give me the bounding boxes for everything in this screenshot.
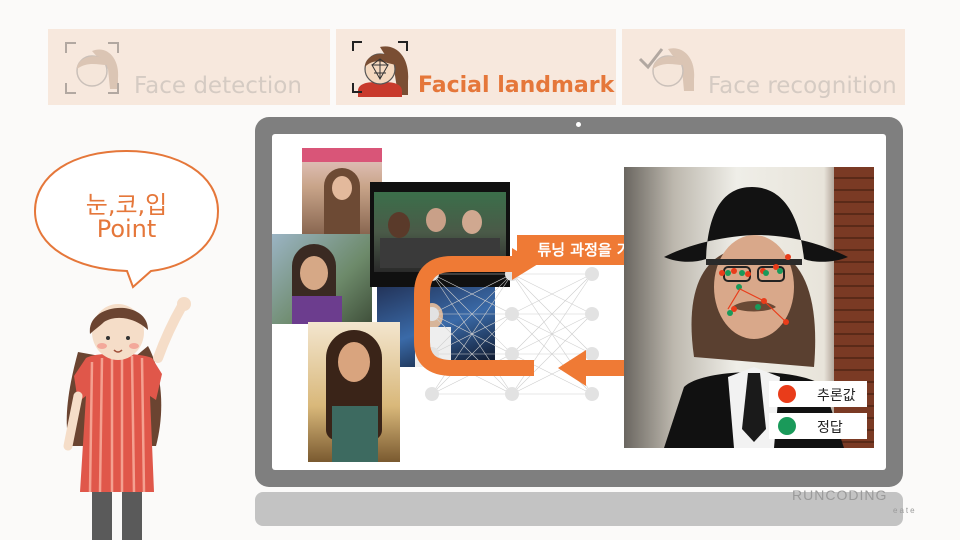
tab-face-detection[interactable]: Face detection	[48, 29, 330, 105]
legend-answer: 정답	[769, 413, 867, 439]
tab-face-recognition-label: Face recognition	[708, 73, 897, 99]
face-recognition-icon	[638, 48, 695, 91]
legend-answer-label: 정답	[817, 420, 843, 436]
tab-facial-landmark-label: Facial landmark	[418, 73, 615, 98]
tab-face-recognition[interactable]: Face recognition	[622, 29, 905, 105]
girl-character-illustration	[63, 297, 191, 540]
laptop-frame: 튜닝 과정을 거침 추론값 정답	[255, 117, 903, 487]
legend-inferred-label: 추론값	[817, 388, 856, 404]
legend-red-dot	[778, 385, 796, 403]
photo-banner	[302, 148, 382, 162]
speech-line-2: Point	[96, 215, 157, 243]
brand-tagline: eate	[893, 506, 917, 515]
face-detection-icon	[65, 42, 119, 94]
legend-green-dot	[778, 417, 796, 435]
webcam-dot	[576, 122, 581, 127]
category-tabs: Face detection Facial landmark Face reco…	[48, 29, 905, 105]
laptop-screen: 튜닝 과정을 거침 추론값 정답	[272, 134, 886, 470]
speech-bubble: 눈,코,입 Point	[33, 149, 220, 289]
facial-landmark-icon	[352, 41, 409, 97]
photo-woman-2	[272, 234, 372, 324]
brand-logo-text: RUNCODING	[792, 487, 888, 503]
legend-inferred: 추론값	[769, 381, 867, 407]
tab-facial-landmark[interactable]: Facial landmark	[336, 29, 616, 105]
photo-woman-3	[308, 322, 400, 462]
tab-face-detection-label: Face detection	[134, 73, 302, 99]
